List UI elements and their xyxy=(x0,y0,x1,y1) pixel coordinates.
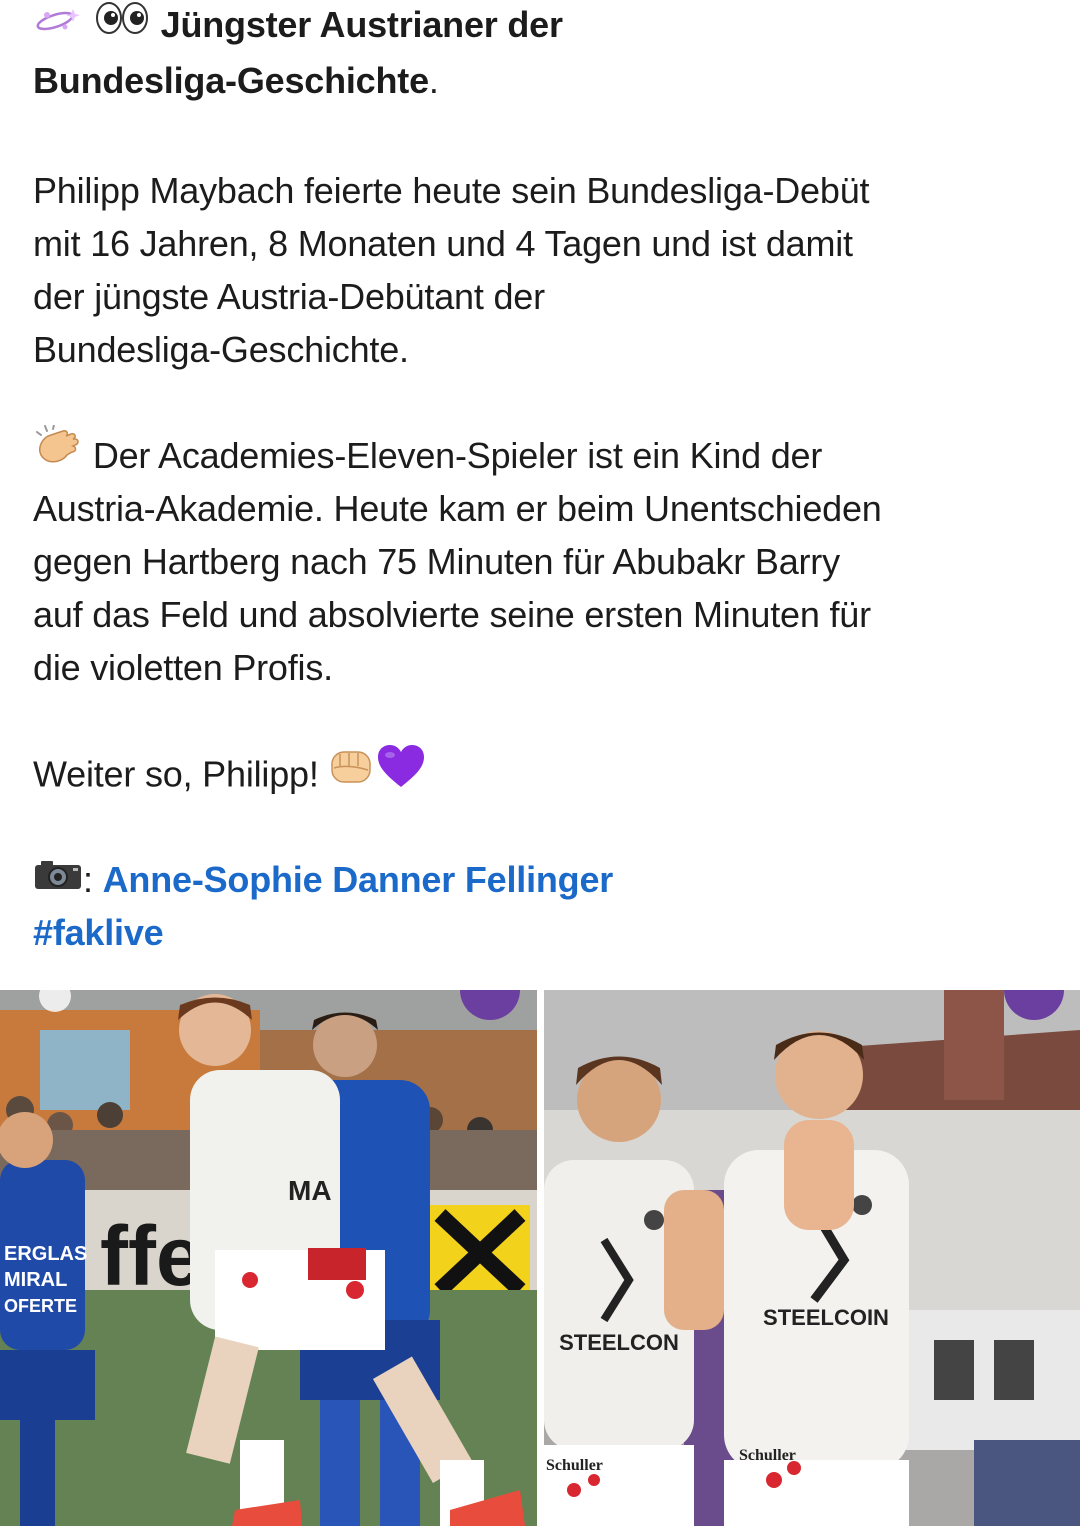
headline-line-1: Jüngster Austrianer der xyxy=(33,0,1053,50)
photo-credit: : Anne-Sophie Danner Fellinger xyxy=(33,853,1053,906)
para1-line-4: Bundesliga-Geschichte. xyxy=(33,329,409,370)
photographer-link[interactable]: Anne-Sophie Danner Fellinger xyxy=(103,859,614,900)
sparkle-planet-icon xyxy=(33,0,85,48)
sponsor-left-text: STEELCON xyxy=(559,1330,679,1355)
ad-board-line-3: OFERTE xyxy=(4,1296,77,1316)
closing-line: Weiter so, Philipp! xyxy=(33,744,1053,802)
headline-text-2: Bundesliga-Geschichte xyxy=(33,60,429,101)
para1-line-1: Philipp Maybach feierte heute sein Bunde… xyxy=(33,170,870,211)
short-sponsor-right: Schuller xyxy=(739,1447,796,1464)
para2-line-1: Der Academies-Eleven-Spieler ist ein Kin… xyxy=(33,424,1053,482)
camera-icon xyxy=(33,852,83,905)
para2-line-5: die violetten Profis. xyxy=(33,647,333,688)
photo-match-action[interactable]: ffeisen ERGLAS MIRAL OFERTE xyxy=(0,990,537,1526)
clapping-hands-icon xyxy=(33,424,83,483)
para2-first-text: Der Academies-Eleven-Spieler ist ein Kin… xyxy=(92,435,823,476)
short-sponsor-left: Schuller xyxy=(546,1457,603,1474)
para1-line-3: der jüngste Austria-Debütant der xyxy=(33,276,545,317)
para2-line-3: gegen Hartberg nach 75 Minuten für Abuba… xyxy=(33,541,840,582)
para1-line-2: mit 16 Jahren, 8 Monaten und 4 Tagen und… xyxy=(33,223,853,264)
photo-grid: ffeisen ERGLAS MIRAL OFERTE xyxy=(0,990,1080,1526)
headline-text-1: Jüngster Austrianer der xyxy=(160,4,563,45)
hashtag-link[interactable]: #faklive xyxy=(33,906,1053,959)
fist-bump-icon xyxy=(328,744,376,802)
headline-period: . xyxy=(428,60,439,101)
closing-text: Weiter so, Philipp! xyxy=(33,753,319,795)
para2-line-4: auf das Feld und absolvierte seine erste… xyxy=(33,594,871,635)
jersey-text: MA xyxy=(288,1175,332,1206)
ad-board-line-1: ERGLAS xyxy=(4,1243,87,1265)
ad-board-line-2: MIRAL xyxy=(4,1269,67,1291)
headline-line-2: Bundesliga-Geschichte. xyxy=(33,50,1053,112)
credit-separator: : xyxy=(83,859,93,900)
para2-line-2: Austria-Akademie. Heute kam er beim Unen… xyxy=(33,488,882,529)
photo-team-clapping[interactable]: STEELCON Schuller STEELCOIN Schuller xyxy=(544,990,1080,1526)
sponsor-right-text: STEELCOIN xyxy=(763,1305,889,1330)
eyes-icon xyxy=(95,0,151,48)
post-text: Jüngster Austrianer der Bundesliga-Gesch… xyxy=(33,0,1053,959)
purple-heart-icon xyxy=(376,743,426,803)
